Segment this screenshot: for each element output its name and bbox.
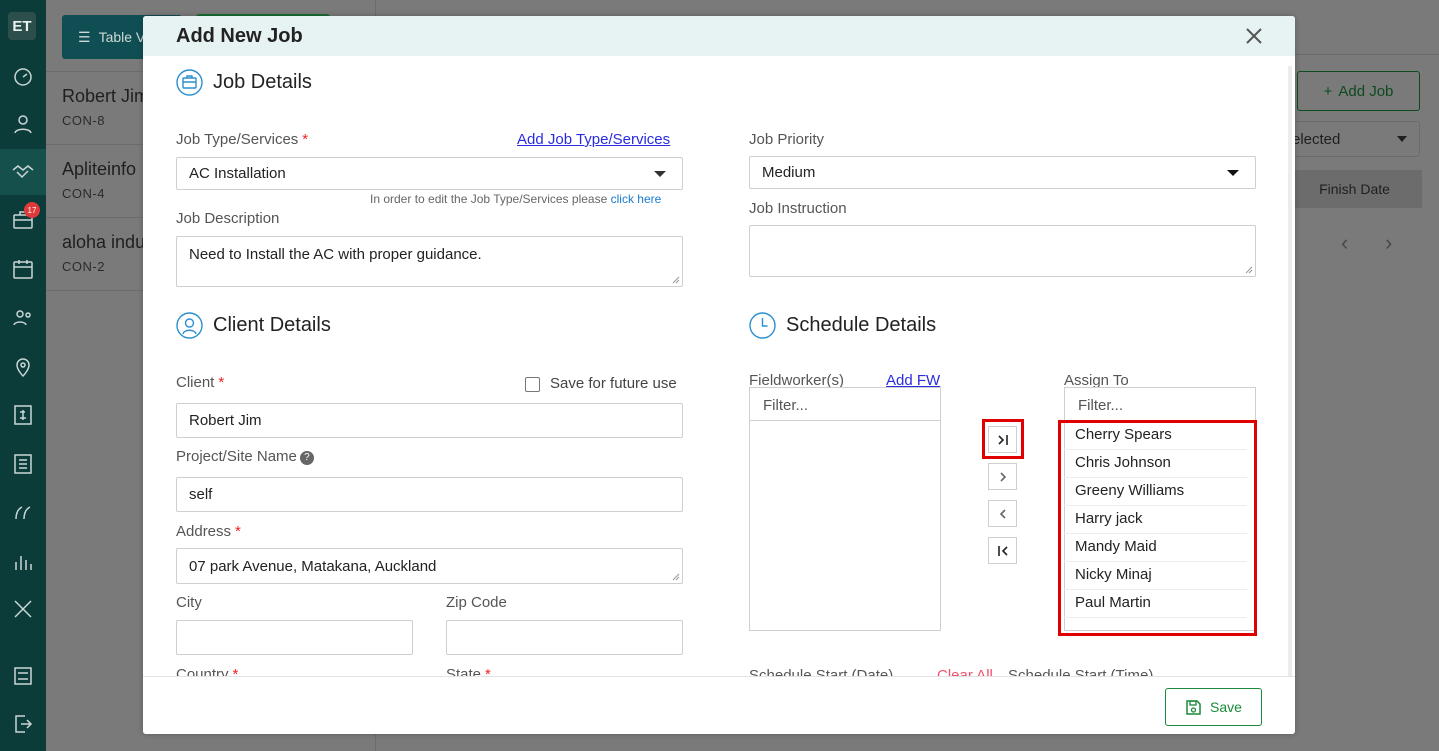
help-icon[interactable]: ? [299,450,314,465]
dashboard-icon[interactable] [11,65,35,89]
divider [1064,505,1247,506]
close-icon[interactable] [1243,25,1265,47]
finish-date-header: Finish Date [1287,170,1422,208]
job-instruction-label: Job Instruction [749,200,847,217]
clear-all-link[interactable]: Clear All [937,667,993,676]
list-item[interactable]: Mandy Maid [1075,538,1157,555]
modal-footer: Save [143,676,1295,734]
logout-icon[interactable] [11,712,35,736]
chevron-down-icon [654,171,666,177]
billing-icon[interactable] [11,403,35,427]
state-label: State * [446,666,491,676]
modal-scrollbar[interactable] [1288,66,1292,676]
modal-body: Job Details Job Type/Services * Add Job T… [143,56,1295,676]
app-logo[interactable]: ET [8,12,36,40]
add-job-button[interactable]: + Add Job [1297,71,1420,111]
save-button[interactable]: Save [1165,688,1262,726]
list-item[interactable]: Nicky Minaj [1075,566,1152,583]
list-icon[interactable] [11,452,35,476]
city-input[interactable] [176,620,413,655]
job-priority-select[interactable]: Medium [749,156,1256,189]
modal-title: Add New Job [176,25,303,47]
job-description-label: Job Description [176,210,280,227]
highlight-box [982,419,1024,459]
client-input[interactable]: Robert Jim [176,403,683,438]
chevron-down-icon [1227,170,1239,176]
add-job-type-link[interactable]: Add Job Type/Services [517,131,670,148]
filter-lines-icon: ☰ [78,28,91,45]
schedule-start-date-label: Schedule Start (Date) [749,667,894,676]
divider [1064,477,1247,478]
job-details-heading: Job Details [176,69,312,96]
resize-handle-icon[interactable] [672,276,680,284]
country-label: Country * [176,666,239,676]
move-all-left-button[interactable] [988,537,1017,564]
divider [1064,589,1247,590]
schedule-details-heading: Schedule Details [749,312,936,339]
zip-code-input[interactable] [446,620,683,655]
prev-page-icon[interactable]: ‹ [1341,230,1348,256]
add-job-modal: Add New Job Job Details Job Type/Service… [143,16,1295,734]
settings-icon[interactable] [11,664,35,688]
fieldworker-listbox[interactable]: Filter... [749,387,941,631]
list-item[interactable]: Harry jack [1075,510,1143,527]
project-site-input[interactable]: self [176,477,683,512]
list-item[interactable]: Greeny Williams [1075,482,1184,499]
modal-header: Add New Job [143,16,1295,56]
divider [1064,449,1247,450]
job-type-select[interactable]: AC Installation [176,157,683,190]
client-label: Client * [176,374,225,391]
job-description-textarea[interactable]: Need to Install the AC with proper guida… [176,236,683,287]
tools-icon[interactable] [11,597,35,621]
handshake-icon[interactable] [0,149,46,195]
briefcase-icon [176,69,203,96]
reports-icon[interactable] [11,550,35,574]
status-select[interactable]: elected [1287,121,1420,157]
move-right-button[interactable] [988,463,1017,490]
assign-filter-input[interactable]: Filter... [1065,388,1255,421]
job-type-label: Job Type/Services * [176,131,309,148]
project-site-label: Project/Site Name? [176,448,314,465]
client-details-heading: Client Details [176,312,331,339]
user-icon[interactable] [11,112,35,136]
job-type-hint: In order to edit the Job Type/Services p… [370,192,662,206]
next-page-icon[interactable]: › [1385,230,1392,256]
person-icon [176,312,203,339]
location-icon[interactable] [11,355,35,379]
notification-badge: 17 [24,202,40,218]
job-priority-label: Job Priority [749,131,825,148]
move-left-button[interactable] [988,500,1017,527]
divider [1064,561,1247,562]
job-instruction-textarea[interactable] [749,225,1256,277]
save-future-label: Save for future use [550,375,677,392]
save-future-checkbox[interactable] [525,377,540,392]
save-icon [1186,699,1201,715]
highlight-box: Cherry Spears Chris Johnson Greeny Willi… [1058,420,1257,636]
fieldworker-filter-input[interactable]: Filter... [750,388,940,421]
resize-handle-icon[interactable] [1245,266,1253,274]
quote-icon[interactable] [11,501,35,525]
divider [1064,533,1247,534]
city-label: City [176,594,202,611]
nav-rail: ET 17 [0,0,46,751]
click-here-link[interactable]: click here [611,192,662,206]
add-user-icon: + [1323,82,1333,100]
chevron-right-icon [999,471,1006,482]
calendar-icon[interactable] [11,257,35,281]
list-item[interactable]: Cherry Spears [1075,426,1172,443]
team-icon[interactable] [11,306,35,330]
list-item[interactable]: Paul Martin [1075,594,1151,611]
divider [1064,617,1247,618]
resize-handle-icon[interactable] [672,573,680,581]
zip-code-label: Zip Code [446,594,507,611]
address-label: Address * [176,523,241,540]
address-textarea[interactable]: 07 park Avenue, Matakana, Auckland [176,548,683,584]
list-item[interactable]: Chris Johnson [1075,454,1171,471]
move-all-left-icon [997,545,1008,556]
chevron-down-icon [1397,136,1407,142]
clock-icon [749,312,776,339]
chevron-left-icon [999,508,1006,519]
schedule-start-time-label: Schedule Start (Time) [1008,667,1154,676]
